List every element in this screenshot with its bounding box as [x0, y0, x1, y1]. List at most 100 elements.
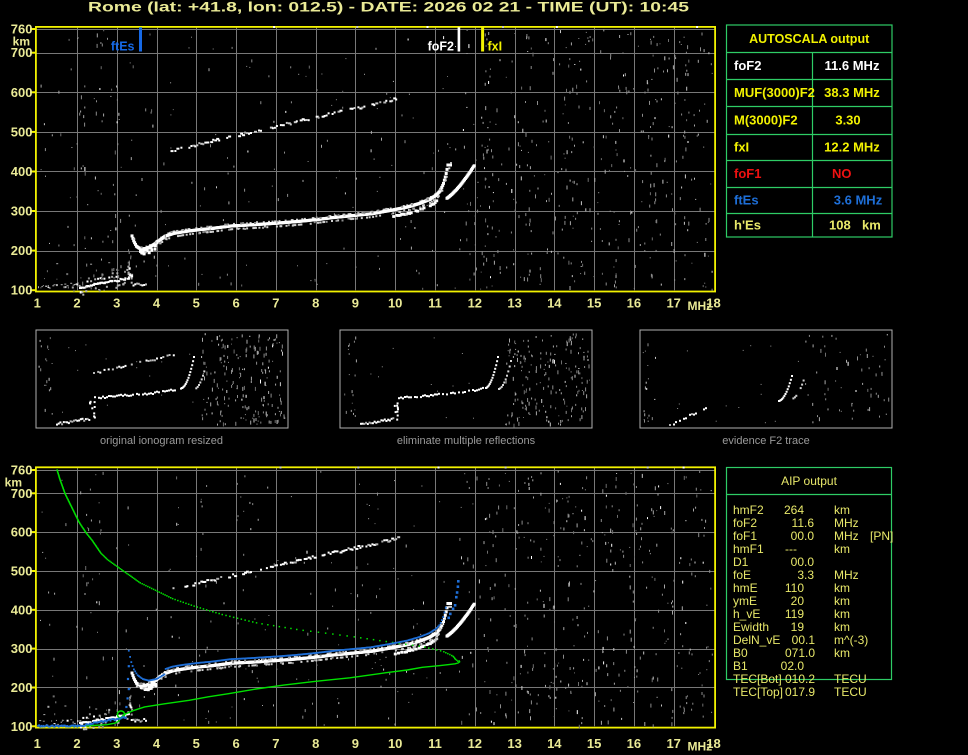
svg-text:19: 19: [791, 620, 805, 634]
svg-text:TECU: TECU: [834, 672, 867, 686]
svg-text:12: 12: [468, 296, 482, 311]
svg-text:17: 17: [666, 296, 680, 311]
svg-text:264: 264: [784, 503, 804, 517]
svg-text:600: 600: [11, 525, 33, 540]
svg-text:6: 6: [232, 736, 239, 751]
svg-text:14: 14: [547, 736, 562, 751]
svg-text:ftEs: ftEs: [734, 193, 759, 208]
svg-text:foF2: foF2: [428, 40, 454, 54]
svg-text:2: 2: [73, 736, 80, 751]
svg-text:DelN_vE: DelN_vE: [733, 633, 780, 647]
svg-text:3: 3: [113, 736, 120, 751]
svg-text:38.3 MHz: 38.3 MHz: [824, 85, 880, 100]
svg-text:NO: NO: [832, 166, 852, 181]
svg-text:11: 11: [428, 296, 442, 311]
svg-text:12: 12: [468, 736, 482, 751]
svg-text:MHz: MHz: [834, 516, 859, 530]
svg-text:km: km: [834, 503, 850, 517]
svg-text:foF2: foF2: [733, 516, 757, 530]
svg-text:km: km: [834, 607, 850, 621]
svg-text:400: 400: [11, 164, 33, 179]
svg-text:km: km: [13, 35, 30, 49]
svg-text:9: 9: [352, 296, 359, 311]
svg-text:foE: foE: [733, 568, 751, 582]
svg-text:TEC[Bot]: TEC[Bot]: [733, 672, 782, 686]
svg-text:[PN]: [PN]: [870, 529, 893, 543]
svg-text:3.6 MHz: 3.6 MHz: [834, 193, 883, 208]
svg-text:14: 14: [547, 296, 562, 311]
svg-text:300: 300: [11, 204, 33, 219]
svg-text:foF2: foF2: [734, 58, 761, 73]
svg-text:11.6 MHz: 11.6 MHz: [825, 58, 880, 73]
svg-text:evidence F2 trace: evidence F2 trace: [722, 435, 809, 447]
svg-text:2: 2: [73, 296, 80, 311]
svg-text:AUTOSCALA output: AUTOSCALA output: [749, 32, 870, 46]
svg-text:13: 13: [507, 736, 521, 751]
svg-text:8: 8: [312, 736, 319, 751]
svg-text:071.0: 071.0: [785, 646, 815, 660]
svg-text:00.0: 00.0: [791, 555, 815, 569]
svg-text:200: 200: [11, 680, 33, 695]
svg-text:6: 6: [232, 296, 239, 311]
svg-text:100: 100: [11, 283, 33, 298]
svg-text:AIP output: AIP output: [781, 474, 837, 488]
svg-text:km: km: [834, 542, 850, 556]
svg-text:km: km: [862, 218, 881, 233]
svg-text:300: 300: [11, 641, 33, 656]
svg-text:1: 1: [34, 296, 41, 311]
svg-text:h_vE: h_vE: [733, 607, 760, 621]
svg-text:5: 5: [193, 296, 200, 311]
svg-text:5: 5: [193, 736, 200, 751]
svg-text:200: 200: [11, 243, 33, 258]
svg-text:20: 20: [791, 594, 805, 608]
svg-text:3.3: 3.3: [797, 568, 814, 582]
svg-text:km: km: [834, 620, 850, 634]
svg-text:fxI: fxI: [488, 40, 503, 54]
svg-text:original ionogram resized: original ionogram resized: [100, 435, 223, 447]
svg-text:h'Es: h'Es: [734, 218, 761, 233]
svg-text:3.30: 3.30: [835, 113, 860, 128]
svg-text:119: 119: [785, 607, 804, 621]
svg-text:02.0: 02.0: [781, 659, 805, 673]
svg-text:010.2: 010.2: [785, 672, 815, 686]
svg-text:3: 3: [113, 296, 120, 311]
svg-text:400: 400: [11, 602, 33, 617]
svg-text:km: km: [5, 476, 22, 490]
svg-text:12.2 MHz: 12.2 MHz: [824, 140, 880, 155]
svg-text:km: km: [834, 594, 850, 608]
svg-text:eliminate multiple reflections: eliminate multiple reflections: [397, 435, 536, 447]
svg-text:100: 100: [11, 719, 33, 734]
svg-text:500: 500: [11, 564, 33, 579]
svg-text:B1: B1: [733, 659, 748, 673]
svg-text:17: 17: [666, 736, 680, 751]
svg-text:108: 108: [829, 218, 851, 233]
svg-text:Ewidth: Ewidth: [733, 620, 769, 634]
svg-text:MHz: MHz: [688, 740, 713, 754]
svg-text:MUF(3000)F2: MUF(3000)F2: [734, 85, 815, 100]
svg-text:7: 7: [272, 296, 279, 311]
svg-text:15: 15: [587, 736, 601, 751]
svg-text:017.9: 017.9: [785, 685, 815, 699]
svg-text:8: 8: [312, 296, 319, 311]
svg-text:ftEs: ftEs: [111, 40, 135, 54]
svg-text:9: 9: [352, 736, 359, 751]
svg-text:D1: D1: [733, 555, 749, 569]
svg-text:16: 16: [627, 736, 641, 751]
svg-text:110: 110: [785, 581, 804, 595]
svg-text:hmF1: hmF1: [733, 542, 764, 556]
svg-text:foF1: foF1: [733, 529, 757, 543]
svg-text:1: 1: [34, 736, 41, 751]
svg-text:00.1: 00.1: [792, 633, 816, 647]
svg-text:4: 4: [153, 296, 161, 311]
svg-text:16: 16: [627, 296, 641, 311]
svg-text:15: 15: [587, 296, 601, 311]
svg-text:500: 500: [11, 124, 33, 139]
svg-text:MHz: MHz: [834, 568, 859, 582]
svg-text:km: km: [834, 581, 850, 595]
svg-text:m^(-3): m^(-3): [834, 633, 868, 647]
svg-text:fxI: fxI: [734, 140, 749, 155]
svg-text:7: 7: [272, 736, 279, 751]
svg-text:600: 600: [11, 85, 33, 100]
svg-text:11.6: 11.6: [792, 516, 815, 530]
svg-text:foF1: foF1: [734, 166, 761, 181]
